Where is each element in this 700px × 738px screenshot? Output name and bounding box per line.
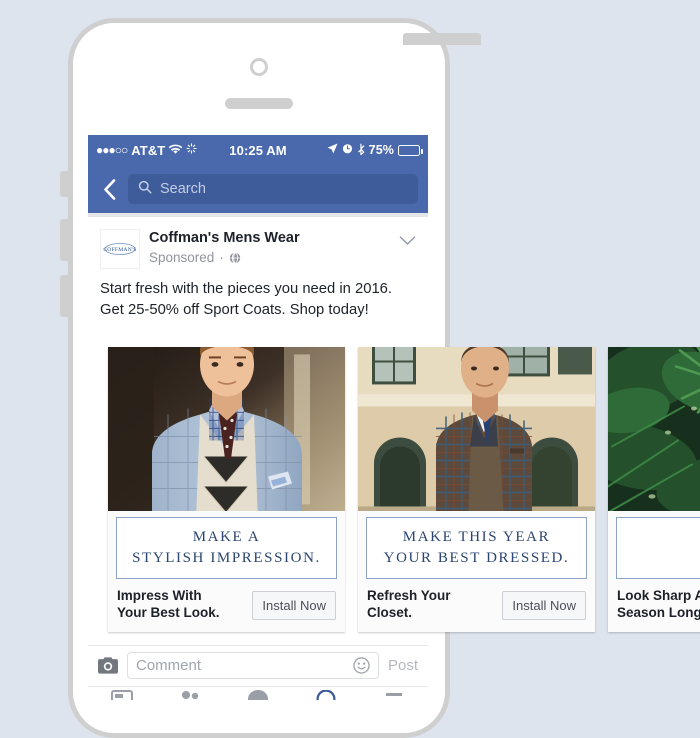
carousel-card[interactable]: MAKE A STYLISH IMPRESSION. Impress With … <box>108 347 345 632</box>
sync-spinner-icon <box>186 143 197 157</box>
advertiser-name[interactable]: Coffman's Mens Wear <box>149 229 390 247</box>
news-feed-icon[interactable] <box>111 690 133 700</box>
wifi-icon <box>168 143 183 158</box>
location-arrow-icon <box>327 143 338 157</box>
volume-up-button[interactable] <box>60 219 73 261</box>
card-footer-3: Look Sharp A Season Long <box>608 579 700 632</box>
friend-requests-icon[interactable] <box>179 690 201 700</box>
carrier-label: AT&T <box>131 142 166 158</box>
card-title-line-2: Your Best Look. <box>117 605 220 621</box>
camera-icon[interactable] <box>98 657 118 674</box>
battery-percent-label: 75% <box>368 143 394 157</box>
caption-line-2: YOUR BEST DRESSED. <box>383 549 570 566</box>
search-input[interactable]: Search <box>128 174 418 204</box>
bluetooth-icon <box>357 143 365 158</box>
caption-line-1: MAKE A <box>192 528 261 545</box>
chevron-down-icon[interactable] <box>399 233 416 251</box>
tab-bar <box>88 686 428 700</box>
card-title-3: Look Sharp A Season Long <box>617 588 700 622</box>
back-chevron-icon[interactable] <box>98 178 120 200</box>
advertiser-logo[interactable]: COFFMAN'S <box>100 229 140 269</box>
status-bar-left: ●●●○○ AT&T <box>96 143 197 158</box>
search-placeholder: Search <box>160 181 206 197</box>
card-image-2[interactable] <box>358 347 595 511</box>
globe-icon <box>229 251 241 264</box>
sponsored-row: Sponsored · <box>149 250 390 265</box>
messenger-icon[interactable] <box>247 690 269 700</box>
battery-icon <box>398 144 423 156</box>
sponsored-label: Sponsored <box>149 250 215 266</box>
card-image-3[interactable] <box>608 347 700 511</box>
ad-body-line-2: Get 25-50% off Sport Coats. Shop today! <box>100 302 369 318</box>
ad-header-text: Coffman's Mens Wear Sponsored · <box>149 229 390 265</box>
card-title-line-1: Refresh Your Closet. <box>367 588 451 621</box>
card-caption-3: DIST YO <box>616 516 700 580</box>
silent-switch[interactable] <box>60 171 73 197</box>
card-title-line-1: Look Sharp A <box>617 588 700 604</box>
status-bar-right: 75% <box>327 143 423 158</box>
ad-body-text: Start fresh with the pieces you need in … <box>88 269 428 333</box>
install-now-button[interactable]: Install Now <box>502 590 586 620</box>
card-footer-1: Impress With Your Best Look. Install Now <box>108 579 345 632</box>
front-camera-icon <box>250 58 268 76</box>
volume-down-button[interactable] <box>60 275 73 317</box>
card-image-1[interactable] <box>108 347 345 511</box>
post-button[interactable]: Post <box>388 657 418 674</box>
ad-body-line-1: Start fresh with the pieces you need in … <box>100 281 393 297</box>
comment-placeholder: Comment <box>136 657 202 674</box>
status-bar: ●●●○○ AT&T 10:25 AM 75% <box>88 135 428 165</box>
install-now-button[interactable]: Install Now <box>252 590 336 620</box>
alarm-clock-icon <box>342 143 353 157</box>
card-title-1: Impress With Your Best Look. <box>117 588 220 622</box>
power-button[interactable] <box>403 33 481 45</box>
smiley-face-icon[interactable] <box>353 657 370 674</box>
card-title-2: Refresh Your Closet. <box>367 588 494 622</box>
separator-dot: · <box>219 250 224 266</box>
signal-strength-icon: ●●●○○ <box>96 143 128 157</box>
svg-text:COFFMAN'S: COFFMAN'S <box>103 247 136 253</box>
navigation-bar: Search <box>88 165 428 213</box>
caption-line-1: MAKE THIS YEAR <box>402 528 551 545</box>
carousel-card[interactable]: DIST YO Look Sharp A Season Long <box>608 347 700 632</box>
search-icon <box>138 180 152 199</box>
ad-header: COFFMAN'S Coffman's Mens Wear Sponsored … <box>88 217 428 269</box>
carousel-card[interactable]: MAKE THIS YEAR YOUR BEST DRESSED. Refres… <box>358 347 595 632</box>
ad-carousel[interactable]: MAKE A STYLISH IMPRESSION. Impress With … <box>108 347 700 632</box>
earpiece-speaker <box>225 98 293 109</box>
comment-input[interactable]: Comment <box>127 652 379 679</box>
card-title-line-1: Impress With <box>117 588 202 604</box>
comment-bar: Comment Post <box>88 645 428 685</box>
card-caption-1: MAKE A STYLISH IMPRESSION. <box>116 516 337 580</box>
card-footer-2: Refresh Your Closet. Install Now <box>358 579 595 632</box>
caption-line-1: DIST <box>621 527 700 548</box>
card-caption-2: MAKE THIS YEAR YOUR BEST DRESSED. <box>366 516 587 580</box>
caption-line-2: YO <box>621 548 700 569</box>
card-title-line-2: Season Long <box>617 605 700 621</box>
notifications-icon[interactable] <box>315 690 337 700</box>
more-menu-icon[interactable] <box>383 690 405 700</box>
caption-line-2: STYLISH IMPRESSION. <box>132 549 321 566</box>
